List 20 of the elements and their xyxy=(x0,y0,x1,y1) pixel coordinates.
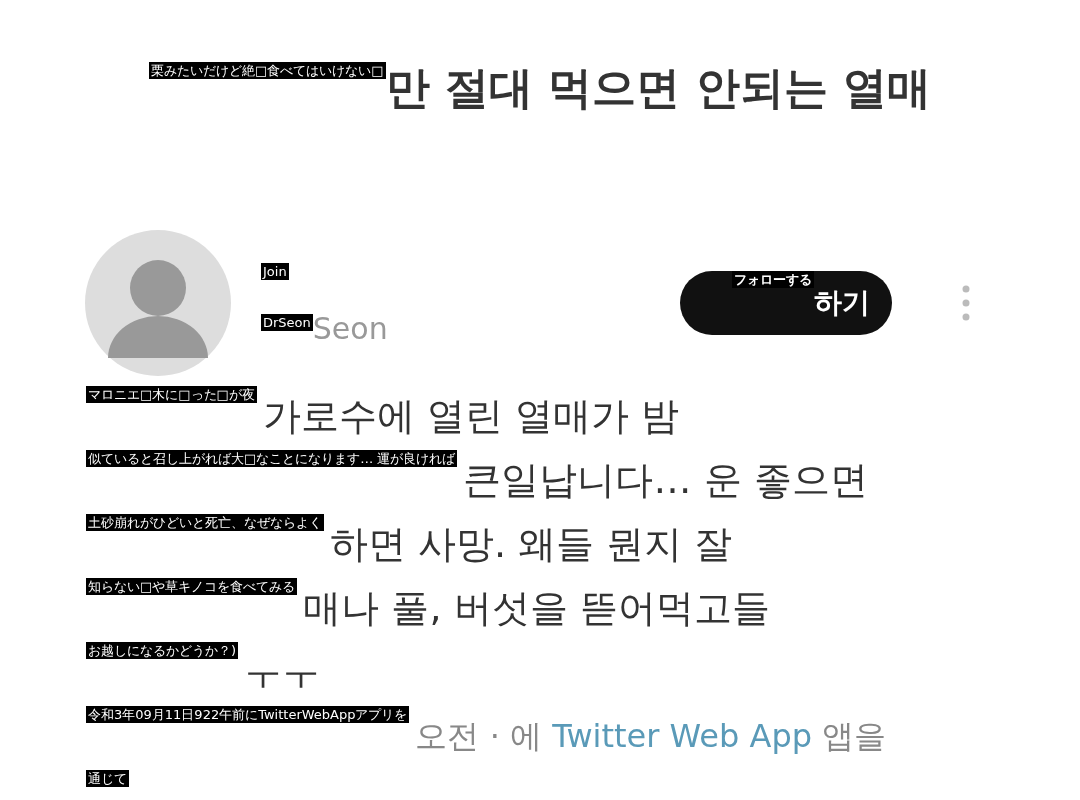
translation-label: マロニエ□木に□った□が夜 xyxy=(86,386,257,403)
tweet-text: ㅜㅜ xyxy=(243,650,321,694)
article-title: 만 절대 먹으면 안되는 열매 xyxy=(385,62,931,114)
translation-label: 似ていると召し上がれば大□なことになります… 運が良ければ xyxy=(86,450,458,467)
tweet-source: 오전 · 에 Twitter Web App 앱을 xyxy=(414,716,887,757)
translation-label: お越しになるかどうか？) xyxy=(86,642,239,659)
translation-label: DrSeon xyxy=(261,313,313,331)
translation-label: 知らない□や草キノコを食べてみる xyxy=(86,578,298,595)
translation-label: 栗みたいだけど絶□食べてはいけない□ xyxy=(149,62,386,79)
tweet-text: 하면 사망. 왜들 뭔지 잘 xyxy=(329,522,733,566)
translation-label: 土砂崩れがひどいと死亡、なぜならよく xyxy=(86,514,324,531)
tweet-text: 큰일납니다… 운 좋으면 xyxy=(462,458,868,502)
follow-button[interactable]: フォローする 하기 xyxy=(680,271,892,335)
more-options-icon[interactable] xyxy=(962,285,970,321)
user-handle: Seon xyxy=(312,313,388,344)
tweet-text: 가로수에 열린 열매가 밤 xyxy=(261,394,680,438)
translation-label: Join xyxy=(261,262,289,280)
translation-label: 令和3年09月11日922午前にTwitterWebAppアプリを xyxy=(86,706,410,723)
translation-label: 通じて xyxy=(86,770,129,787)
tweet-text: 매나 풀, 버섯을 뜯어먹고들 xyxy=(302,586,770,630)
